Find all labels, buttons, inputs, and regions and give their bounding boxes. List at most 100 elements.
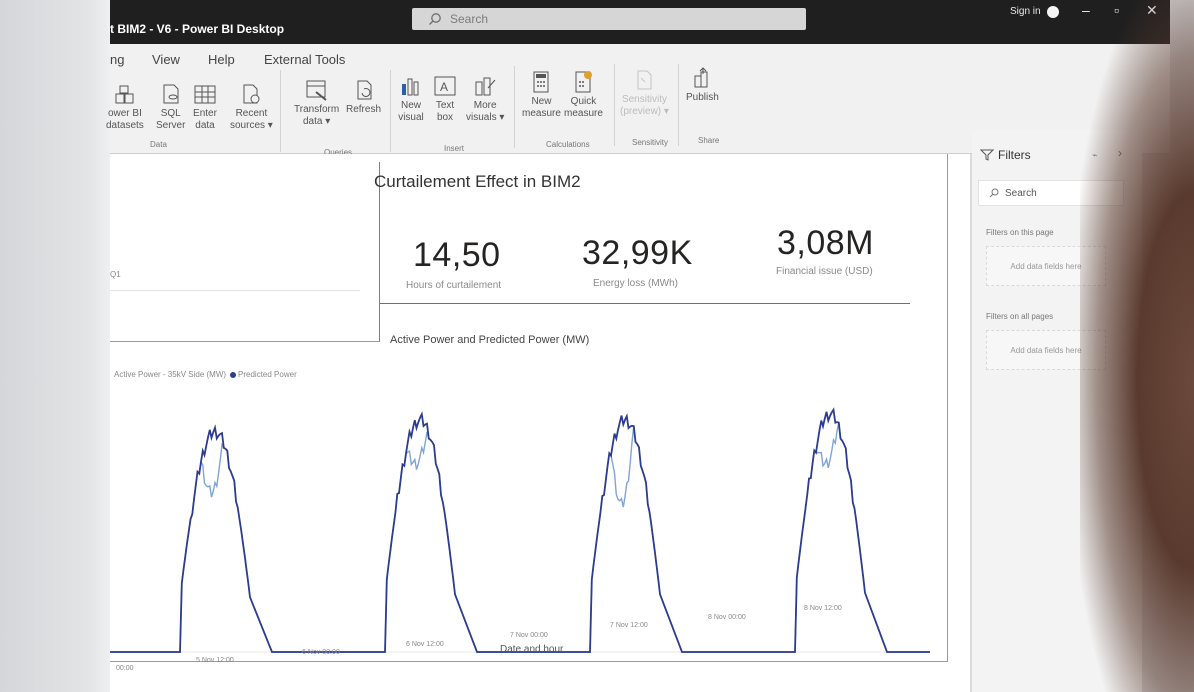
quick-measure-icon (575, 71, 593, 93)
avatar[interactable] (1047, 6, 1059, 18)
kpi-energy-value: 32,99K (582, 234, 693, 272)
ribbon-separator (514, 66, 515, 148)
search-placeholder: Search (450, 12, 489, 26)
collapse-chevron-icon[interactable]: › (1118, 146, 1122, 160)
enter-data-label: Enter data (193, 108, 217, 131)
kpi-energy-label: Energy loss (MWh) (593, 278, 679, 289)
predicted-power-line (315, 411, 520, 653)
text-box-button[interactable]: A Text box (432, 74, 458, 124)
filter-icon (980, 149, 994, 161)
filters-header: Filters (980, 148, 1031, 162)
text-box-label: Text box (435, 100, 455, 123)
sensitivity-icon (637, 70, 652, 90)
filters-pane: Filters ⌁ › Search Filters on this page … (972, 130, 1142, 692)
sensitivity-button[interactable]: Sensitivity (preview) ▾ (620, 68, 669, 118)
kpi-hours-value: 14,50 (413, 236, 501, 274)
sql-server-label: SQL Server (156, 108, 186, 131)
sql-server-button[interactable]: SQL Server (156, 82, 185, 132)
monitor-bezel (0, 0, 110, 692)
search-icon (429, 13, 441, 25)
x-tick-label: 00:00 (116, 665, 134, 672)
title-bar: t BIM2 - V6 - Power BI Desktop Search Si… (110, 0, 1170, 44)
recent-sources-label: Recent sources ▾ (230, 108, 273, 131)
group-sensitivity-label: Sensitivity (632, 138, 669, 147)
minimize-button[interactable]: – (1082, 2, 1090, 18)
power-bi-datasets-button[interactable]: ower BI datasets (106, 82, 144, 132)
refresh-button[interactable]: Refresh (346, 78, 381, 116)
legend-item-predicted-power: Predicted Power (238, 370, 297, 379)
tab-modeling[interactable]: ng (110, 52, 124, 67)
transform-data-button[interactable]: Transform data ▾ (294, 78, 339, 128)
sign-in-link[interactable]: Sign in (1010, 6, 1041, 17)
sensitivity-label: Sensitivity (preview) ▾ (620, 94, 669, 117)
maximize-button[interactable]: ▫ (1114, 2, 1119, 18)
enter-data-button[interactable]: Enter data (192, 82, 218, 132)
series-layer (110, 407, 930, 653)
visual-divider (110, 290, 360, 291)
group-calculations-label: Calculations (546, 140, 590, 149)
filters-on-page-dropzone[interactable]: Add data fields here (986, 246, 1106, 286)
group-insert-label: Insert (444, 144, 465, 153)
quick-measure-button[interactable]: Quick measure (564, 70, 603, 120)
text-box-icon: A (434, 76, 456, 96)
table-icon (194, 85, 216, 104)
x-tick-label: 7 Nov 00:00 (510, 632, 548, 639)
close-button[interactable]: ✕ (1146, 2, 1158, 19)
new-visual-button[interactable]: New visual (398, 74, 424, 124)
predicted-power-line (110, 424, 315, 653)
legend-item-active-power: Active Power - 35kV Side (MW) (114, 370, 227, 379)
new-visual-label: New visual (398, 100, 424, 123)
filters-on-page-label: Filters on this page (986, 228, 1054, 237)
more-visuals-icon (475, 77, 496, 96)
x-tick-label: 6 Nov 12:00 (406, 641, 444, 648)
chart-legend: Active Power - 35kV Side (MW) Predicted … (114, 370, 297, 379)
ribbon-separator (280, 70, 281, 152)
x-axis-title: Date and hour (500, 644, 564, 655)
group-share-label: Share (698, 136, 720, 145)
window-title: t BIM2 - V6 - Power BI Desktop (110, 22, 285, 36)
report-canvas[interactable]: Q1 Curtailement Effect in BIM2 14,50 Hou… (110, 154, 970, 692)
filters-title: Filters (998, 148, 1031, 162)
active-power-line (315, 431, 520, 653)
line-chart[interactable] (110, 384, 940, 654)
search-icon (989, 188, 999, 198)
filters-search-placeholder: Search (1005, 187, 1037, 199)
filters-search-input[interactable]: Search (978, 180, 1124, 206)
chart-title: Active Power and Predicted Power (MW) (390, 334, 590, 346)
q1-label: Q1 (110, 270, 121, 279)
group-data-label: Data (150, 140, 167, 149)
ribbon-separator (614, 64, 615, 146)
left-visual[interactable]: Q1 (110, 162, 380, 342)
tab-help[interactable]: Help (208, 52, 235, 67)
active-power-line (725, 422, 930, 653)
more-visuals-button[interactable]: More visuals ▾ (466, 74, 504, 124)
active-power-line (520, 426, 725, 653)
transform-data-icon (306, 80, 327, 101)
filters-all-pages-dropzone[interactable]: Add data fields here (986, 330, 1106, 370)
x-tick-label: 8 Nov 00:00 (708, 614, 746, 621)
sql-server-icon (163, 84, 179, 104)
bar-chart-icon (402, 78, 419, 96)
tab-external-tools[interactable]: External Tools (264, 52, 345, 67)
eye-icon[interactable]: ⌁ (1092, 150, 1097, 161)
kpi-hours-label: Hours of curtailement (406, 280, 502, 291)
filters-all-pages-label: Filters on all pages (986, 312, 1054, 321)
x-tick-label: 6 Nov 00:00 (302, 649, 340, 656)
search-input[interactable]: Search (412, 8, 806, 30)
publish-button[interactable]: Publish (686, 66, 719, 104)
x-tick-label: 7 Nov 12:00 (610, 622, 648, 629)
recent-sources-icon (243, 84, 260, 104)
refresh-icon (357, 80, 371, 100)
calculator-icon (533, 71, 549, 93)
quick-measure-label: Quick measure (564, 96, 603, 119)
recent-sources-button[interactable]: Recent sources ▾ (230, 82, 273, 132)
tab-view[interactable]: View (152, 52, 180, 67)
kpi-financial-value: 3,08M (777, 224, 874, 262)
ribbon-separator (390, 70, 391, 152)
transform-data-label: Transform data ▾ (294, 104, 340, 127)
new-measure-label: New measure (522, 96, 561, 119)
new-measure-button[interactable]: New measure (522, 70, 561, 120)
more-visuals-label: More visuals ▾ (466, 100, 505, 123)
x-tick-label: 5 Nov 12:00 (196, 657, 234, 664)
predicted-power-line (520, 413, 725, 653)
